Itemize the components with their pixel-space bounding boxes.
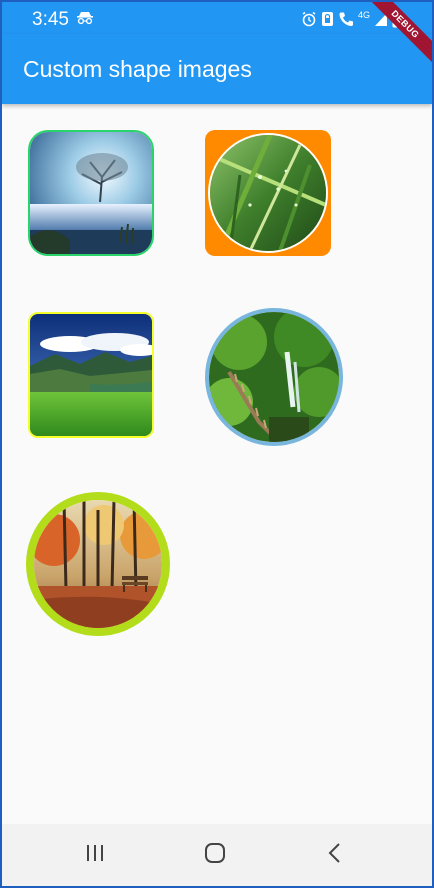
mountain-valley-image[interactable] xyxy=(28,312,154,438)
status-time: 3:45 xyxy=(32,9,69,30)
back-icon xyxy=(325,842,345,869)
home-button[interactable] xyxy=(200,842,230,868)
home-icon xyxy=(204,842,226,869)
grass-dew-circle xyxy=(208,133,328,253)
forest-waterfall-image[interactable] xyxy=(205,308,343,446)
recent-apps-icon xyxy=(85,843,105,868)
call-icon xyxy=(338,11,354,27)
back-button[interactable] xyxy=(320,842,350,868)
lock-icon xyxy=(321,11,334,27)
status-bar: 3:45 4G xyxy=(2,2,432,34)
app-bar: Custom shape images xyxy=(2,34,432,104)
autumn-park-image[interactable] xyxy=(26,492,170,636)
page-title: Custom shape images xyxy=(23,56,252,82)
phone-screen: 3:45 4G Custom shape images DEBUG xyxy=(0,0,434,888)
network-4g-icon: 4G xyxy=(357,9,370,20)
misty-tree-image[interactable] xyxy=(28,130,154,256)
alarm-icon xyxy=(301,11,317,27)
grass-dew-image[interactable] xyxy=(205,130,331,256)
incognito-icon xyxy=(76,11,94,30)
recent-apps-button[interactable] xyxy=(80,842,110,868)
system-nav-bar xyxy=(2,824,432,886)
